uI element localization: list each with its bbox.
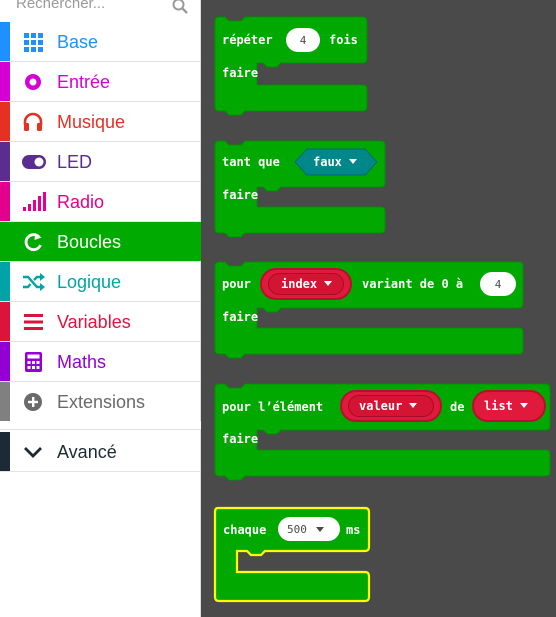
category-color-bar — [0, 182, 10, 221]
dropdown-arrow-icon — [315, 526, 324, 532]
category-label: Maths — [57, 352, 107, 372]
for-variable-name: index — [281, 277, 333, 291]
while-condition-value[interactable]: faux — [313, 155, 357, 169]
category-label: Entrée — [57, 72, 111, 92]
for-max-input[interactable]: 4 — [480, 272, 516, 296]
headphones-icon — [23, 112, 43, 131]
category-boucles[interactable]: Boucles — [0, 222, 201, 262]
category-label: Musique — [57, 112, 126, 132]
while-block[interactable]: tant que faux faire — [214, 140, 389, 238]
for-variable-pill[interactable]: index — [260, 268, 352, 300]
category-label: Avancé — [57, 442, 117, 462]
category-entree[interactable]: Entrée — [0, 62, 201, 102]
shuffle-icon — [23, 273, 45, 291]
signal-bars-icon — [23, 192, 46, 211]
loop-arrow-icon — [24, 233, 42, 252]
while-keyword: tant que — [222, 155, 280, 169]
search-input[interactable] — [14, 0, 164, 14]
every-interval-value: 500 — [287, 522, 307, 536]
category-label: Radio — [57, 192, 105, 212]
category-color-bar — [0, 142, 10, 181]
category-maths[interactable]: Maths — [0, 342, 201, 382]
search-icon[interactable] — [172, 0, 188, 14]
category-base[interactable]: Base — [0, 22, 201, 62]
while-faire-label: faire — [222, 188, 259, 202]
category-led[interactable]: LED — [0, 142, 201, 182]
repeat-count-input[interactable]: 4 — [286, 28, 320, 52]
category-color-bar — [0, 382, 10, 421]
for-variable-label: index — [281, 277, 318, 291]
while-condition-label: faux — [313, 155, 342, 169]
category-avance[interactable]: Avancé — [0, 432, 201, 472]
category-label: LED — [57, 152, 93, 172]
for-each-list-pill[interactable]: list — [472, 390, 546, 422]
category-color-bar — [0, 102, 10, 141]
toggle-icon — [22, 155, 46, 169]
blocks-workspace[interactable]: répéter 4 fois faire tant que faux faire… — [201, 0, 556, 617]
every-interval-input[interactable]: 500 — [278, 517, 340, 541]
toolbox-sidebar: Base Entrée Musique LED — [0, 0, 201, 617]
category-label: Base — [57, 32, 99, 52]
for-each-variable-name: valeur — [359, 399, 418, 413]
for-each-faire-label: faire — [222, 432, 259, 446]
category-musique[interactable]: Musique — [0, 102, 201, 142]
category-color-bar — [0, 342, 10, 381]
repeat-block[interactable]: répéter 4 fois faire — [214, 16, 370, 116]
dropdown-arrow-icon — [409, 403, 418, 408]
repeat-keyword: répéter — [222, 33, 273, 47]
for-each-variable-label: valeur — [359, 399, 403, 413]
category-color-bar — [0, 22, 10, 61]
every-ms-label: ms — [346, 523, 361, 537]
for-range-block[interactable]: pour index variant de 0 à 4 faire — [214, 261, 525, 359]
for-range-label: variant de 0 à — [362, 277, 464, 291]
repeat-faire-label: faire — [222, 66, 259, 80]
category-color-bar — [0, 262, 10, 301]
chevron-down-icon — [24, 447, 42, 458]
for-each-list-name: list — [484, 399, 528, 413]
grid-icon — [24, 33, 43, 52]
category-variables[interactable]: Variables — [0, 302, 201, 342]
category-color-bar — [0, 62, 10, 101]
calculator-icon — [25, 352, 42, 372]
for-each-de-label: de — [450, 400, 465, 414]
category-radio[interactable]: Radio — [0, 182, 201, 222]
every-interval-block[interactable]: chaque 500 ms — [213, 506, 371, 603]
dropdown-arrow-icon — [348, 159, 357, 164]
for-each-keyword: pour l’élément — [222, 400, 324, 414]
category-label: Extensions — [57, 392, 146, 412]
sidebar-divider — [0, 421, 201, 430]
for-each-variable-pill[interactable]: valeur — [340, 390, 442, 422]
list-lines-icon — [24, 314, 43, 330]
input-circle-icon — [25, 74, 41, 90]
dropdown-arrow-icon — [324, 281, 333, 286]
for-keyword: pour — [222, 277, 251, 291]
category-color-bar — [0, 302, 10, 341]
category-color-bar — [0, 432, 10, 471]
category-label: Boucles — [57, 232, 122, 252]
dropdown-arrow-icon — [519, 403, 528, 408]
category-extensions[interactable]: Extensions — [0, 382, 201, 422]
for-each-list-label: list — [484, 399, 513, 413]
search-box[interactable] — [0, 0, 201, 22]
category-logique[interactable]: Logique — [0, 262, 201, 302]
every-keyword: chaque — [223, 523, 267, 537]
category-label: Logique — [57, 272, 122, 292]
category-label: Variables — [57, 312, 131, 332]
for-faire-label: faire — [222, 310, 259, 324]
repeat-fois-label: fois — [329, 33, 358, 47]
for-each-block[interactable]: pour l’élément valeur de list faire — [214, 383, 555, 481]
plus-circle-icon — [24, 393, 42, 411]
